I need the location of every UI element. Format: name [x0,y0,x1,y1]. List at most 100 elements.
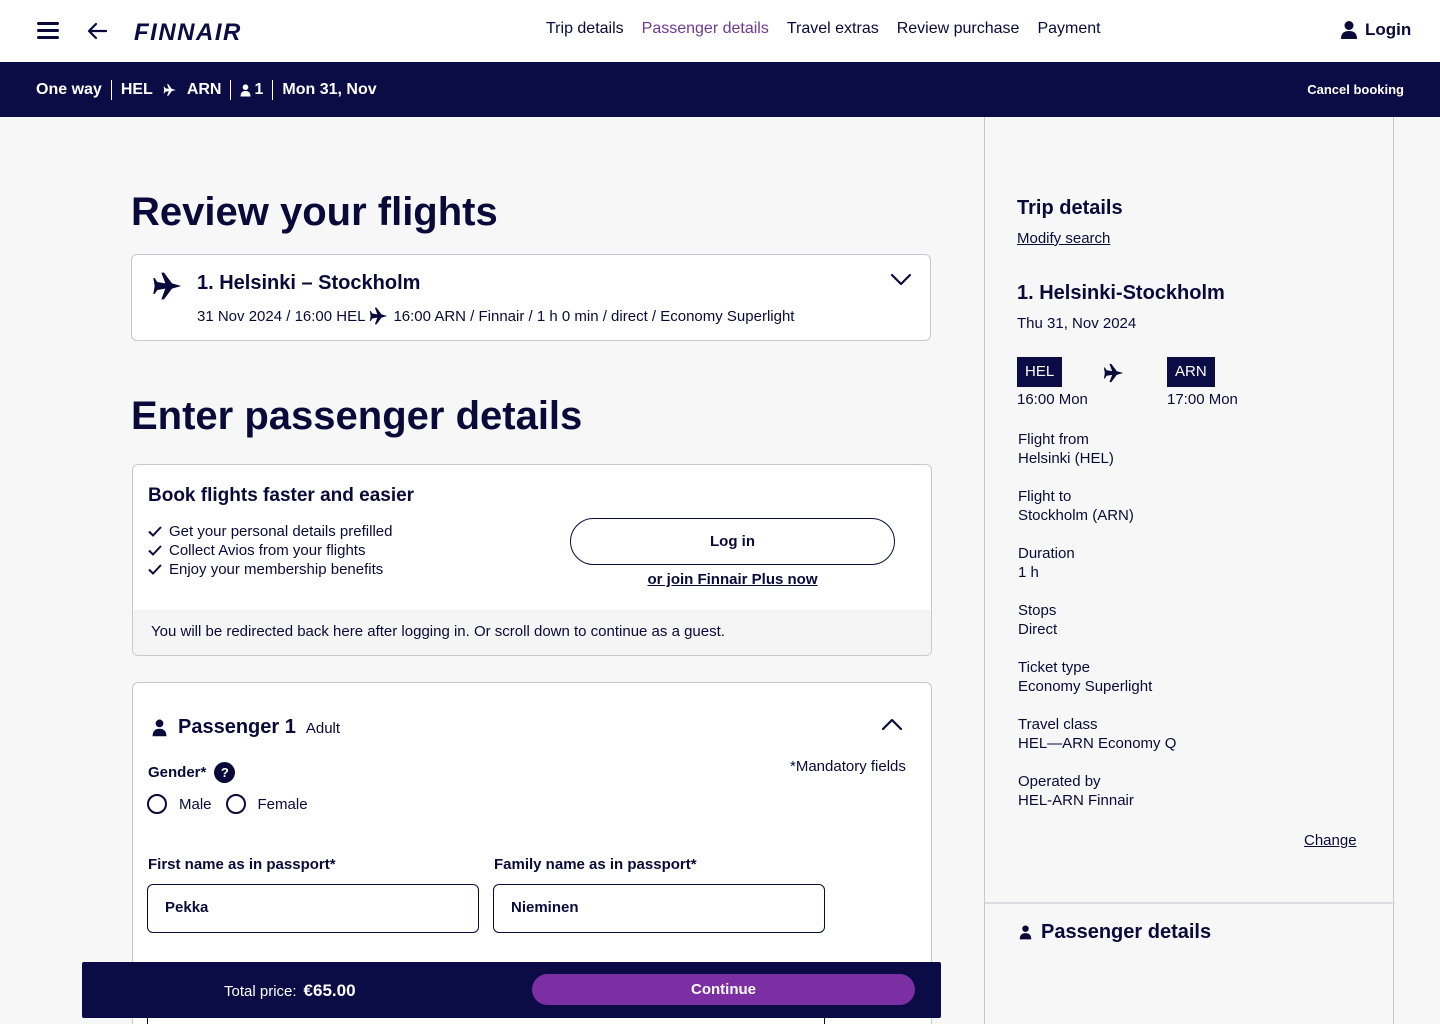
flight-detail-departure: 31 Nov 2024 / 16:00 HEL [197,307,366,325]
origin-code: HEL [120,81,153,98]
list-item: Collect Avios from your flights [148,541,392,560]
passenger-icon [1019,925,1032,940]
redirect-note: You will be redirected back here after l… [133,610,931,655]
info-pair: Flight from Helsinki (HEL) [1018,430,1176,468]
info-pair: Travel class HEL—ARN Economy Q [1018,715,1176,753]
brand-wordmark: FINNAIR [134,19,242,46]
passenger-name: Passenger 1 [178,716,296,738]
step-review-purchase[interactable]: Review purchase [897,20,1020,38]
sidebar-title: Trip details [1017,197,1123,219]
info-pair: Flight to Stockholm (ARN) [1018,487,1176,525]
divider [272,80,274,100]
log-in-button[interactable]: Log in [570,518,895,565]
passenger-header[interactable]: Passenger 1 Adult [151,716,340,739]
radio-circle[interactable] [147,794,167,814]
join-finnair-plus-link[interactable]: or join Finnair Plus now [570,571,895,588]
total-price-label: Total price: [224,983,297,1000]
benefit-text: Collect Avios from your flights [169,542,366,559]
total-price: Total price: €65.00 [224,981,356,1001]
arrival-time: 17:00 Mon [1167,391,1238,408]
trip-type: One way [36,81,102,98]
radio-label: Male [179,795,212,813]
login-card-title: Book flights faster and easier [148,485,415,506]
checkmark-icon [148,545,162,556]
booking-steps: Trip details Passenger details Travel ex… [546,20,1101,38]
benefit-text: Enjoy your membership benefits [169,561,384,578]
sidebar-route: 1. Helsinki-Stockholm [1017,282,1225,304]
family-name-label: Family name as in passport* [494,856,697,873]
trip-summary-bar: One way HEL ARN 1 Mon 31, Nov Cancel boo… [0,62,1440,117]
info-label: Flight to [1018,488,1072,505]
benefit-text: Get your personal details prefilled [169,523,393,540]
origin-code-badge: HEL [1017,357,1063,387]
flight-info-list: Flight from Helsinki (HEL) Flight to Sto… [1018,430,1176,829]
first-name-label: First name as in passport* [148,856,336,873]
user-icon [1341,21,1357,39]
info-label: Duration [1018,545,1075,562]
gender-female-radio[interactable]: Female [225,794,308,814]
checkmark-icon [148,564,162,575]
travel-date: Mon 31, Nov [282,81,377,98]
info-pair: Duration 1 h [1018,544,1176,582]
passenger-count: 1 [254,81,264,98]
divider [985,902,1395,904]
cancel-booking-link[interactable]: Cancel booking [1307,82,1404,97]
login-promo-card: Book flights faster and easier Get your … [132,464,932,656]
plane-icon [153,272,182,300]
radio-label: Female [257,795,308,813]
info-pair: Ticket type Economy Superlight [1018,658,1176,696]
plane-icon [370,307,388,325]
info-value: HEL—ARN Economy Q [1018,735,1177,752]
flight-summary-card[interactable]: 1. Helsinki – Stockholm 31 Nov 2024 / 16… [131,254,931,341]
info-value: Direct [1018,621,1058,638]
checkmark-icon [148,526,162,537]
sidebar-date: Thu 31, Nov 2024 [1017,315,1137,332]
finnair-logo[interactable]: FINNAIR [132,14,282,48]
passenger-icon [152,719,167,736]
total-price-bar: Total price: €65.00 Continue [82,962,941,1018]
info-value: Stockholm (ARN) [1018,507,1134,524]
login-link[interactable]: Login [1340,20,1411,40]
gender-radio-group: Male Female [147,794,322,814]
info-label: Travel class [1018,716,1098,733]
destination-code-badge: ARN [1167,357,1215,387]
continue-button[interactable]: Continue [532,974,915,1005]
divider [230,80,232,100]
gender-label: Gender* ? [148,762,236,783]
passenger-type: Adult [305,720,341,737]
hamburger-menu-icon[interactable] [37,22,59,39]
step-trip-details[interactable]: Trip details [546,20,624,38]
step-payment[interactable]: Payment [1037,20,1100,38]
destination-code: ARN [186,81,222,98]
sidebar-passenger-details: Passenger details [1019,921,1211,944]
plane-icon [1103,363,1124,383]
change-flight-link[interactable]: Change [1304,832,1357,849]
list-item: Get your personal details prefilled [148,522,392,541]
enter-passenger-details-title: Enter passenger details [131,394,583,438]
divider [110,80,112,100]
modify-search-link[interactable]: Modify search [1017,230,1110,247]
info-label: Flight from [1018,431,1089,448]
info-value: Helsinki (HEL) [1018,450,1114,467]
info-value: 1 h [1018,564,1039,581]
flight-detail-arrival: 16:00 ARN / Finnair / 1 h 0 min / direct… [393,307,795,325]
step-travel-extras[interactable]: Travel extras [787,20,879,38]
chevron-up-icon[interactable] [881,717,903,731]
passenger-icon [240,83,251,96]
info-pair: Operated by HEL-ARN Finnair [1018,772,1176,810]
help-icon[interactable]: ? [214,762,236,783]
top-header: FINNAIR Trip details Passenger details T… [0,0,1440,62]
flight-detail: 31 Nov 2024 / 16:00 HEL 16:00 ARN / Finn… [197,306,794,326]
gender-male-radio[interactable]: Male [147,794,212,814]
family-name-field[interactable]: Nieminen [493,884,825,933]
total-price-value: €65.00 [303,981,356,1000]
chevron-down-icon[interactable] [890,273,912,287]
step-passenger-details[interactable]: Passenger details [642,20,769,38]
info-label: Operated by [1018,773,1101,790]
first-name-field[interactable]: Pekka [147,884,479,933]
radio-circle[interactable] [225,794,246,814]
arrow-left-icon[interactable] [86,18,108,44]
mandatory-fields-note: *Mandatory fields [790,758,906,775]
departure-time: 16:00 Mon [1017,391,1088,408]
info-label: Ticket type [1018,659,1090,676]
